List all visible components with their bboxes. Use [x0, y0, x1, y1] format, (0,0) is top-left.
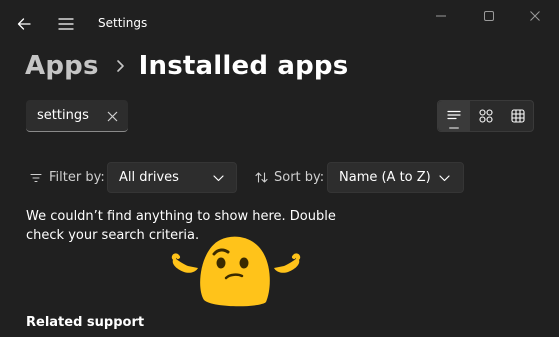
sort-icon — [255, 172, 268, 183]
minimize-icon — [436, 15, 446, 17]
search-input[interactable]: settings — [26, 100, 128, 132]
page-title: Installed apps — [138, 51, 349, 81]
close-button[interactable] — [512, 4, 558, 28]
chevron-down-icon — [212, 172, 224, 184]
maximize-icon — [484, 11, 494, 21]
chevron-right-icon — [115, 59, 125, 73]
drives-dropdown-value: All drives — [119, 170, 179, 185]
hamburger-menu-icon — [58, 18, 74, 30]
filter-icon — [30, 173, 42, 182]
sort-dropdown[interactable]: Name (A to Z) — [327, 162, 464, 193]
drives-dropdown[interactable]: All drives — [107, 162, 237, 193]
minimize-button[interactable] — [418, 4, 464, 28]
sort-by-text: Sort by: — [274, 170, 325, 185]
selected-indicator — [449, 127, 459, 129]
back-button[interactable] — [10, 10, 38, 38]
clear-icon — [107, 111, 117, 121]
view-mode-toggle — [437, 100, 534, 132]
settings-window: Settings Apps Installed apps settings Fi… — [0, 0, 559, 337]
grid-view-icon — [479, 109, 493, 123]
maximize-button[interactable] — [466, 4, 512, 28]
tiles-view-icon — [511, 109, 525, 123]
filter-by-label: Filter by: — [30, 170, 105, 185]
grid-view-button[interactable] — [470, 101, 502, 131]
list-view-icon — [447, 110, 461, 120]
back-arrow-icon — [17, 18, 31, 30]
sort-by-label: Sort by: — [255, 170, 324, 185]
breadcrumb: Apps Installed apps — [25, 46, 348, 86]
list-view-button[interactable] — [438, 101, 470, 131]
shrug-emoji-icon — [171, 236, 301, 307]
app-title: Settings — [98, 16, 148, 30]
close-icon — [530, 11, 540, 21]
related-support-heading: Related support — [26, 315, 145, 330]
chevron-down-icon — [438, 172, 450, 184]
navigation-menu-button[interactable] — [52, 10, 80, 38]
clear-search-button[interactable] — [104, 108, 120, 124]
breadcrumb-apps-link[interactable]: Apps — [25, 51, 99, 81]
filter-by-text: Filter by: — [49, 170, 105, 185]
search-input-value[interactable]: settings — [37, 108, 89, 123]
title-bar: Settings — [0, 0, 559, 48]
sort-dropdown-value: Name (A to Z) — [339, 170, 431, 185]
tiles-view-button[interactable] — [502, 101, 534, 131]
